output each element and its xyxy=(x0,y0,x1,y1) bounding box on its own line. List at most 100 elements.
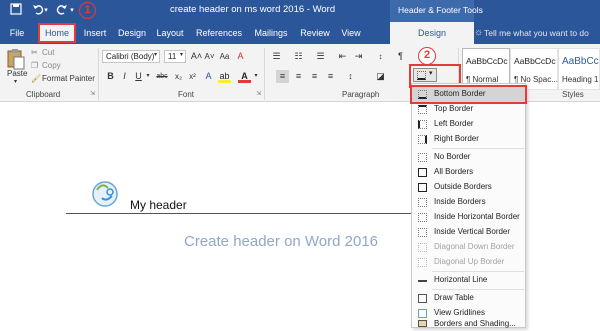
document-body-text[interactable]: Create header on Word 2016 xyxy=(184,233,378,250)
shading-icon[interactable]: ◪ xyxy=(374,70,387,83)
ribbon-tabs: File Home Insert Design Layout Reference… xyxy=(0,22,600,44)
bottom-border-icon xyxy=(418,90,427,99)
cut-button[interactable]: Cut xyxy=(42,48,54,57)
menu-item-diagonal-down-border: Diagonal Down Border xyxy=(412,240,525,255)
tab-mailings[interactable]: Mailings xyxy=(250,22,292,44)
outside-borders-icon xyxy=(418,183,427,192)
save-icon[interactable] xyxy=(8,3,24,19)
font-name-dropdown-icon[interactable]: ▾ xyxy=(154,51,157,58)
inside-horizontal-border-icon xyxy=(418,213,427,222)
font-size-dropdown-icon[interactable]: ▾ xyxy=(180,51,183,58)
menu-item-outside-borders[interactable]: Outside Borders xyxy=(412,180,525,195)
tell-me-search[interactable]: Tell me what you want to do xyxy=(484,28,589,38)
copy-icon[interactable]: ❐ xyxy=(31,61,38,70)
paste-icon[interactable] xyxy=(6,48,26,70)
top-border-icon xyxy=(418,105,427,114)
tab-file[interactable]: File xyxy=(6,22,28,44)
tab-header-footer-design[interactable]: Design xyxy=(390,22,474,44)
all-borders-icon xyxy=(418,168,427,177)
menu-item-label: Inside Vertical Border xyxy=(434,227,511,236)
group-separator xyxy=(264,48,265,100)
multilevel-list-icon[interactable]: ☰ xyxy=(314,50,327,63)
line-spacing-icon[interactable]: ↕ xyxy=(344,70,357,83)
font-color-button[interactable]: A xyxy=(238,70,251,83)
undo-dropdown-icon[interactable]: ▾ xyxy=(42,3,50,19)
menu-item-draw-table[interactable]: Draw Table xyxy=(412,291,525,306)
increase-indent-icon[interactable]: ⇥ xyxy=(352,50,365,63)
font-name-box[interactable]: Calibri (Body) xyxy=(102,50,160,63)
menu-item-label: Right Border xyxy=(434,134,479,143)
tab-insert[interactable]: Insert xyxy=(80,22,110,44)
show-hide-button[interactable]: ¶ xyxy=(394,50,407,63)
header-text[interactable]: My header xyxy=(130,198,187,212)
underline-dropdown-icon[interactable]: ▾ xyxy=(144,70,152,83)
tab-review[interactable]: Review xyxy=(298,22,332,44)
style-heading-1-label: Heading 1 xyxy=(562,75,599,84)
format-painter-icon[interactable]: 🖌 xyxy=(31,74,41,83)
tab-references[interactable]: References xyxy=(194,22,244,44)
borders-menu: Bottom Border Top Border Left Border Rig… xyxy=(410,83,527,328)
cut-icon[interactable]: ✂ xyxy=(31,48,38,57)
menu-item-diagonal-up-border: Diagonal Up Border xyxy=(412,255,525,270)
italic-button[interactable]: I xyxy=(118,70,131,83)
tab-view[interactable]: View xyxy=(338,22,364,44)
menu-item-top-border[interactable]: Top Border xyxy=(412,102,525,117)
align-right-icon[interactable]: ≡ xyxy=(308,70,321,83)
menu-item-inside-horizontal-border[interactable]: Inside Horizontal Border xyxy=(412,210,525,225)
menu-item-inside-borders[interactable]: Inside Borders xyxy=(412,195,525,210)
justify-icon[interactable]: ≡ xyxy=(324,70,337,83)
gridlines-icon xyxy=(418,309,427,318)
inside-borders-icon xyxy=(418,198,427,207)
menu-item-right-border[interactable]: Right Border xyxy=(412,132,525,147)
right-border-icon xyxy=(418,135,427,144)
tab-design[interactable]: Design xyxy=(116,22,148,44)
menu-item-bottom-border[interactable]: Bottom Border xyxy=(410,85,527,104)
style-heading-1[interactable]: AaBbCc Heading 1 xyxy=(558,48,600,90)
step-1-marker: 1 xyxy=(79,2,96,19)
paste-button[interactable]: Paste xyxy=(7,69,27,78)
superscript-button[interactable]: x² xyxy=(186,70,199,83)
inside-vertical-border-icon xyxy=(418,228,427,237)
paste-dropdown-icon[interactable]: ▾ xyxy=(14,78,17,85)
menu-item-left-border[interactable]: Left Border xyxy=(412,117,525,132)
font-color-dropdown-icon[interactable]: ▾ xyxy=(252,70,260,83)
copy-button[interactable]: Copy xyxy=(42,61,61,70)
font-launcher-icon[interactable]: ⇲ xyxy=(256,90,261,97)
bullets-icon[interactable]: ☰ xyxy=(270,50,283,63)
sort-icon[interactable]: ↕ xyxy=(374,50,387,63)
tab-layout[interactable]: Layout xyxy=(154,22,186,44)
styles-group-label: Styles xyxy=(562,90,584,99)
lightbulb-icon: ☼ xyxy=(474,27,484,38)
menu-item-label: All Borders xyxy=(434,167,474,176)
shrink-font-button[interactable]: A˅ xyxy=(203,50,216,63)
strikethrough-button[interactable]: abc xyxy=(154,70,170,83)
decrease-indent-icon[interactable]: ⇤ xyxy=(336,50,349,63)
menu-item-no-border[interactable]: No Border xyxy=(412,150,525,165)
menu-item-inside-vertical-border[interactable]: Inside Vertical Border xyxy=(412,225,525,240)
clipboard-launcher-icon[interactable]: ⇲ xyxy=(90,90,95,97)
change-case-button[interactable]: Aa xyxy=(218,50,231,63)
menu-item-all-borders[interactable]: All Borders xyxy=(412,165,525,180)
subscript-button[interactable]: x₂ xyxy=(172,70,185,83)
bold-button[interactable]: B xyxy=(104,70,117,83)
horizontal-line-icon xyxy=(418,276,427,282)
menu-item-borders-and-shading[interactable]: Borders and Shading... xyxy=(412,319,525,328)
menu-item-label: No Border xyxy=(434,152,471,161)
menu-separator xyxy=(432,271,524,272)
numbering-icon[interactable]: ☷ xyxy=(292,50,305,63)
tab-home[interactable]: Home xyxy=(38,23,76,43)
menu-item-label: Diagonal Down Border xyxy=(434,242,515,251)
grow-font-button[interactable]: A˄ xyxy=(190,50,203,63)
align-left-icon[interactable]: ≡ xyxy=(276,70,289,83)
format-painter-button[interactable]: Format Painter xyxy=(42,74,95,83)
text-effects-icon[interactable]: A xyxy=(202,70,215,83)
draw-table-icon xyxy=(418,294,427,303)
window-title: create header on ms word 2016 - Word xyxy=(170,4,336,15)
menu-item-label: Top Border xyxy=(434,104,474,113)
customize-qat-icon[interactable]: ▾ xyxy=(68,3,76,19)
menu-separator xyxy=(432,289,524,290)
clear-formatting-button[interactable]: A xyxy=(234,50,247,63)
align-center-icon[interactable]: ≡ xyxy=(292,70,305,83)
menu-item-horizontal-line[interactable]: Horizontal Line xyxy=(412,273,525,288)
highlight-color-icon[interactable]: ab xyxy=(218,70,231,83)
